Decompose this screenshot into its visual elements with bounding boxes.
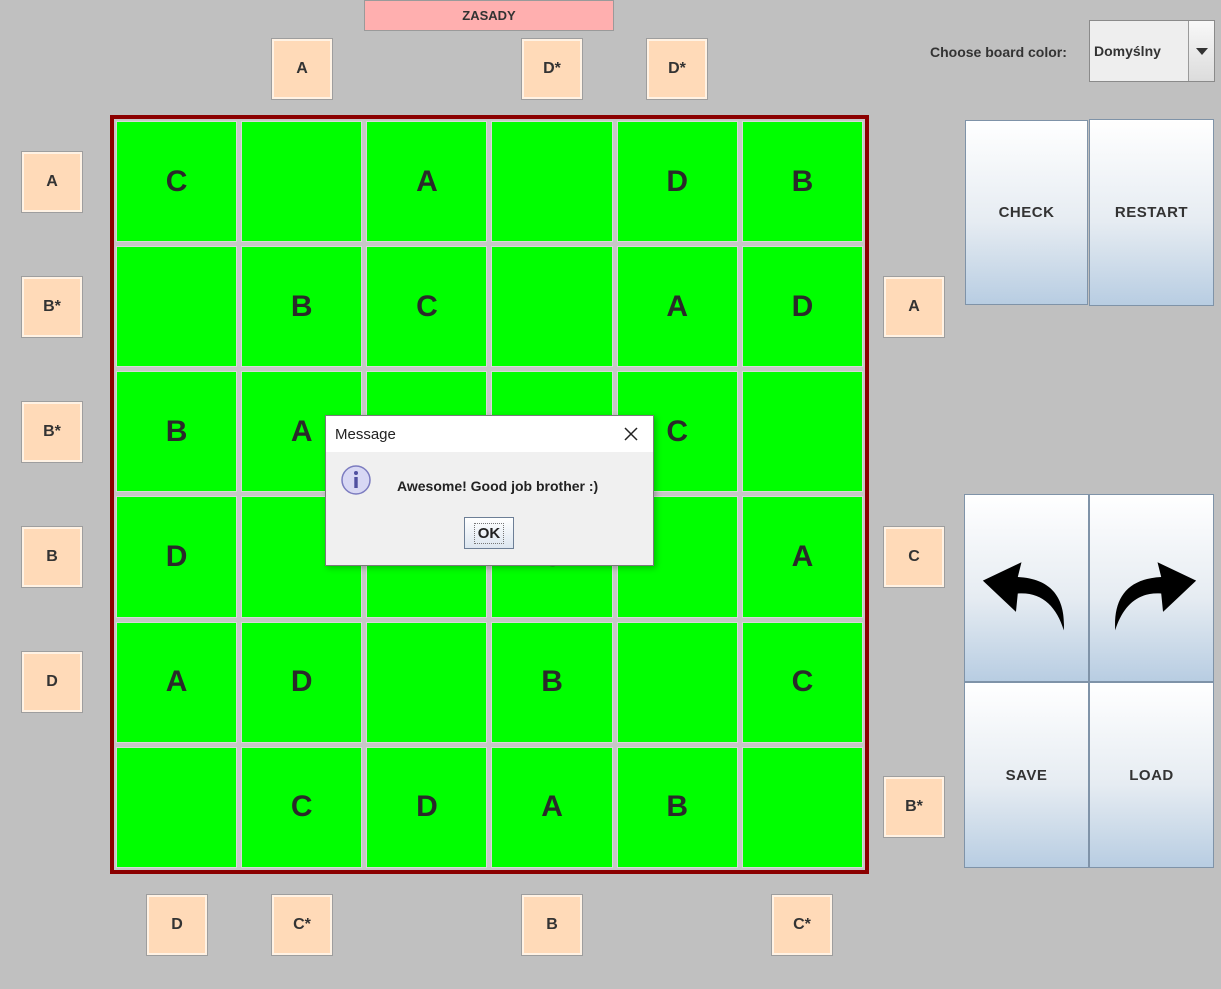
board-cell[interactable] [489, 119, 615, 245]
right-clue-row4: C [883, 526, 945, 588]
board-cell[interactable] [614, 619, 740, 745]
board-cell[interactable]: D [739, 244, 865, 370]
board-cell[interactable]: C [114, 119, 240, 245]
rules-button[interactable]: ZASADY [364, 0, 614, 31]
left-clue-row5: D [21, 651, 83, 713]
board-cell[interactable]: D [364, 744, 490, 870]
redo-arrow-icon [1114, 562, 1196, 631]
board-color-select[interactable]: Domyślny [1089, 20, 1215, 82]
board-cell[interactable]: B [614, 744, 740, 870]
restart-button[interactable]: RESTART [1089, 119, 1214, 306]
board-cell[interactable]: A [489, 744, 615, 870]
left-clue-row3: B* [21, 401, 83, 463]
left-clue-row2: B* [21, 276, 83, 338]
bottom-clue-col6: C* [771, 894, 833, 956]
dialog-title: Message [335, 425, 396, 443]
chevron-down-icon[interactable] [1188, 21, 1214, 81]
left-clue-row1: A [21, 151, 83, 213]
undo-arrow-icon [982, 562, 1064, 631]
board-color-label: Choose board color: [930, 44, 1067, 60]
ok-label: OK [473, 522, 505, 544]
board-cell[interactable]: A [114, 619, 240, 745]
top-clue-col2: A [271, 38, 333, 100]
board-cell[interactable] [739, 744, 865, 870]
board-cell[interactable]: D [239, 619, 365, 745]
top-clue-col4: D* [521, 38, 583, 100]
bottom-clue-col4: B [521, 894, 583, 956]
board-cell[interactable]: B [114, 369, 240, 495]
check-button[interactable]: CHECK [965, 120, 1088, 305]
save-button[interactable]: SAVE [964, 682, 1089, 868]
bottom-clue-col1: D [146, 894, 208, 956]
board-cell[interactable]: A [364, 119, 490, 245]
board-cell[interactable]: D [614, 119, 740, 245]
board-cell[interactable] [364, 619, 490, 745]
load-button[interactable]: LOAD [1089, 682, 1214, 868]
board-cell[interactable] [114, 744, 240, 870]
board-cell[interactable]: B [239, 244, 365, 370]
dialog-message: Awesome! Good job brother :) [397, 478, 599, 494]
board-color-value: Domyślny [1094, 43, 1161, 59]
board-cell[interactable]: B [489, 619, 615, 745]
board-cell[interactable]: A [739, 494, 865, 620]
bottom-clue-col2: C* [271, 894, 333, 956]
board-cell[interactable]: A [614, 244, 740, 370]
board-cell[interactable]: D [114, 494, 240, 620]
board-cell[interactable] [114, 244, 240, 370]
ok-button[interactable]: OK [464, 517, 514, 549]
left-clue-row4: B [21, 526, 83, 588]
right-clue-row2: A [883, 276, 945, 338]
right-clue-row6: B* [883, 776, 945, 838]
board-cell[interactable] [739, 369, 865, 495]
info-icon [341, 465, 371, 495]
board-cell[interactable] [239, 119, 365, 245]
message-dialog: Message Awesome! Good job brother :) OK [325, 415, 654, 566]
board-cell[interactable]: C [239, 744, 365, 870]
board-cell[interactable]: B [739, 119, 865, 245]
board-cell[interactable]: C [364, 244, 490, 370]
close-icon[interactable] [621, 424, 641, 444]
top-clue-col5: D* [646, 38, 708, 100]
board-cell[interactable]: C [739, 619, 865, 745]
board-cell[interactable] [489, 244, 615, 370]
redo-button[interactable] [1089, 494, 1214, 682]
dialog-titlebar[interactable]: Message [326, 416, 653, 452]
undo-button[interactable] [964, 494, 1089, 682]
